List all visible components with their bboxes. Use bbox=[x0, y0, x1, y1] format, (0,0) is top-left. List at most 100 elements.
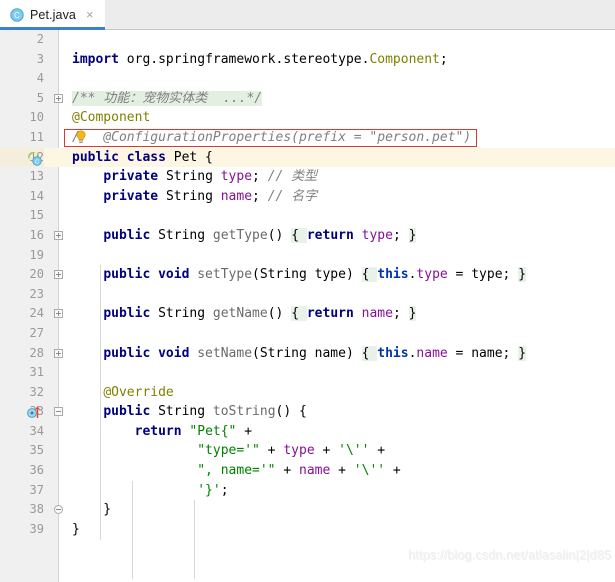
token: @Override bbox=[103, 384, 174, 400]
token: + bbox=[330, 463, 354, 479]
line-number: 2 bbox=[36, 32, 44, 46]
token: ; bbox=[439, 51, 448, 67]
token: "type='" bbox=[197, 443, 260, 459]
code-line[interactable]: 3 import org.springframework.stereotype.C… bbox=[0, 50, 615, 70]
token: { bbox=[197, 149, 213, 165]
fold-toggle-icon[interactable] bbox=[54, 309, 63, 319]
token: } bbox=[408, 306, 417, 322]
indent-guide bbox=[194, 500, 196, 579]
code-line[interactable]: 10 @Component bbox=[0, 108, 615, 128]
token: + bbox=[275, 463, 299, 479]
code-line[interactable]: 14 private String name; // 名字 bbox=[0, 187, 615, 207]
editor-tab-bar: C Pet.java × bbox=[0, 0, 615, 30]
code-line[interactable]: 32 @Override bbox=[0, 383, 615, 403]
token: setType bbox=[197, 267, 253, 283]
token: = name; bbox=[447, 345, 519, 361]
line-number: 32 bbox=[29, 384, 44, 399]
token: return bbox=[306, 227, 362, 243]
code-line[interactable]: 16 public String getType() { return type… bbox=[0, 226, 615, 246]
watermark-text: https://blog.csdn.net/atlasalin|2|d85 bbox=[408, 548, 611, 563]
java-class-icon: C bbox=[10, 7, 24, 22]
code-line[interactable]: 5 /** 功能：宠物实体类 ...*/ bbox=[0, 89, 615, 109]
code-text: ", name='" + name + '\'' + bbox=[72, 461, 401, 481]
fold-toggle-icon[interactable] bbox=[54, 505, 63, 515]
code-line[interactable]: 4 bbox=[0, 69, 615, 89]
fold-toggle-icon[interactable] bbox=[54, 270, 63, 280]
code-text: public void setType(String type) { this.… bbox=[72, 265, 527, 285]
line-number: 15 bbox=[29, 208, 44, 223]
token: public bbox=[103, 404, 159, 420]
override-icon[interactable] bbox=[26, 404, 42, 420]
code-line[interactable]: 31 bbox=[0, 363, 615, 383]
line-number: 34 bbox=[29, 423, 44, 438]
code-line[interactable]: 15 bbox=[0, 206, 615, 226]
line-number: 4 bbox=[36, 71, 44, 86]
code-text: '}'; bbox=[72, 481, 228, 501]
code-text: / @ConfigurationProperties(prefix = "per… bbox=[72, 128, 471, 148]
token: public void bbox=[103, 345, 198, 361]
token: + bbox=[369, 443, 386, 459]
token: () bbox=[267, 227, 292, 243]
code-line[interactable]: 19 bbox=[0, 246, 615, 266]
code-line[interactable]: 28 public void setName(String name) { th… bbox=[0, 344, 615, 364]
line-number: 37 bbox=[29, 482, 44, 497]
line-number: 38 bbox=[29, 502, 44, 517]
code-line[interactable]: 11 / @ConfigurationProperties(prefix = "p… bbox=[0, 128, 615, 148]
code-line[interactable]: 35 "type='" + type + '\'' + bbox=[0, 441, 615, 461]
code-line[interactable]: 20 public void setType(String type) { th… bbox=[0, 265, 615, 285]
token: name bbox=[220, 188, 253, 204]
fold-toggle-icon[interactable] bbox=[54, 93, 63, 103]
token: '\'' bbox=[353, 463, 386, 479]
token: ) bbox=[345, 267, 362, 283]
line-number: 35 bbox=[29, 443, 44, 458]
fold-toggle-icon[interactable] bbox=[54, 407, 63, 417]
code-text: public void setName(String name) { this.… bbox=[72, 344, 527, 364]
token: ; bbox=[252, 188, 268, 204]
code-line[interactable]: 33 public String toString() { bbox=[0, 402, 615, 422]
code-line[interactable]: 23 bbox=[0, 285, 615, 305]
intention-bulb-icon[interactable] bbox=[74, 130, 88, 145]
code-line[interactable]: 34 return "Pet{" + bbox=[0, 422, 615, 442]
token: setName bbox=[197, 345, 253, 361]
code-text: private String name; // 名字 bbox=[72, 187, 317, 207]
fold-toggle-icon[interactable] bbox=[54, 230, 63, 240]
tab-label: Pet.java bbox=[30, 7, 76, 22]
code-text: return "Pet{" + bbox=[72, 422, 252, 442]
token: = type; bbox=[447, 267, 519, 283]
code-text: public String getType() { return type; } bbox=[72, 226, 417, 246]
close-icon[interactable]: × bbox=[84, 7, 96, 22]
line-number: 39 bbox=[29, 521, 44, 536]
code-text: public class Pet { bbox=[72, 148, 213, 168]
line-number: 19 bbox=[29, 247, 44, 262]
token: name bbox=[416, 345, 448, 361]
code-line[interactable]: 27 bbox=[0, 324, 615, 344]
code-line[interactable]: 12Cpublic class Pet { bbox=[0, 147, 615, 168]
code-line[interactable]: 37 '}'; bbox=[0, 481, 615, 501]
indent-guide bbox=[131, 480, 133, 579]
token: ; bbox=[392, 306, 409, 322]
token: String bbox=[158, 306, 213, 322]
code-line[interactable]: 13 private String type; // 类型 bbox=[0, 167, 615, 187]
code-line[interactable]: 24 public String getName() { return name… bbox=[0, 304, 615, 324]
token: // 类型 bbox=[267, 169, 318, 185]
token: return bbox=[306, 306, 362, 322]
token: } bbox=[72, 521, 80, 537]
code-line[interactable]: 36 ", name='" + name + '\'' + bbox=[0, 461, 615, 481]
token: + bbox=[385, 463, 401, 479]
token: public class bbox=[72, 149, 174, 165]
code-line[interactable]: 39} bbox=[0, 520, 615, 540]
fold-toggle-icon[interactable] bbox=[54, 348, 63, 358]
code-line[interactable]: 38 } bbox=[0, 500, 615, 520]
tab-pet-java[interactable]: C Pet.java × bbox=[0, 0, 105, 30]
code-editor[interactable]: 2 3 import org.springframework.stereotype.… bbox=[0, 30, 615, 582]
code-line[interactable]: 2 bbox=[0, 30, 615, 50]
token: this bbox=[377, 345, 409, 361]
line-number: 10 bbox=[29, 110, 44, 125]
spring-bean-icon[interactable]: C bbox=[26, 150, 42, 166]
code-lines-container[interactable]: 2 3 import org.springframework.stereotype.… bbox=[0, 30, 615, 582]
token: (String bbox=[252, 267, 315, 283]
token: ; bbox=[252, 169, 268, 185]
